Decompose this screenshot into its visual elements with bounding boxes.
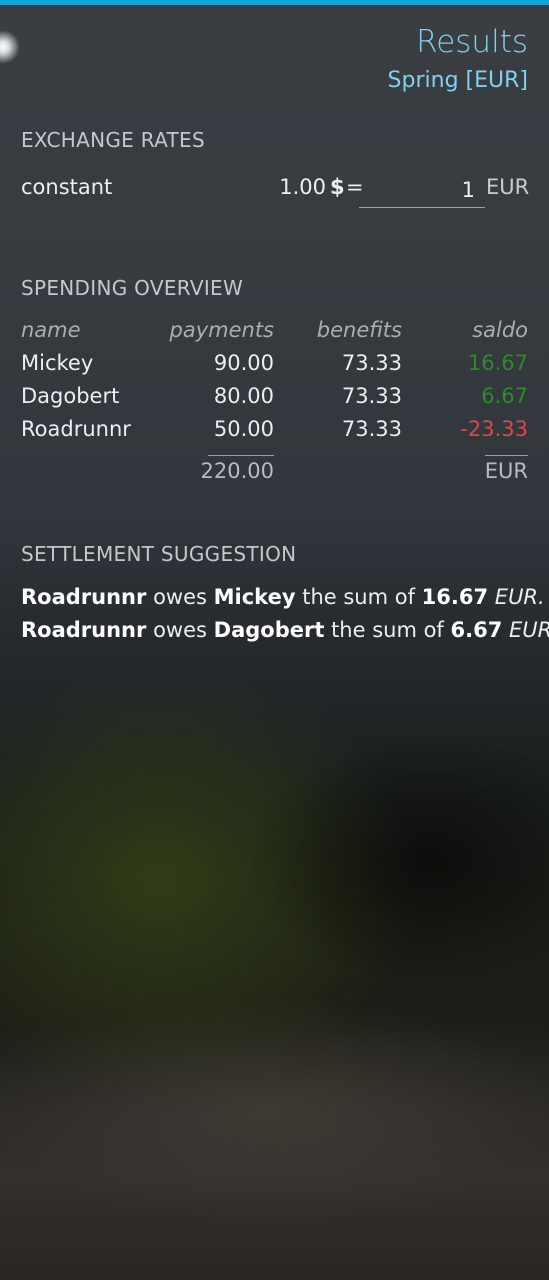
column-header-saldo: saldo <box>472 318 528 342</box>
dollar-icon: $ <box>330 175 345 199</box>
table-row-saldo: 16.67 <box>467 351 528 375</box>
settlement-currency: EUR. <box>494 585 545 609</box>
column-header-benefits: benefits <box>316 318 402 342</box>
settlement-line: Roadrunnr owes Dagobert the sum of 6.67 … <box>21 618 549 642</box>
column-header-payments: payments <box>169 318 275 342</box>
settlement-debtor: Roadrunnr <box>21 618 147 642</box>
settlement-creditor: Dagobert <box>213 618 325 642</box>
table-row-benefits: 73.33 <box>341 384 402 408</box>
table-row-benefits: 73.33 <box>341 351 402 375</box>
table-row-saldo: 6.67 <box>481 384 528 408</box>
exchange-rates-heading: EXCHANGE RATES <box>21 128 205 152</box>
settlement-heading: SETTLEMENT SUGGESTION <box>21 542 297 566</box>
total-payments: 220.00 <box>200 459 274 483</box>
total-currency: EUR <box>484 459 528 483</box>
page-title: Results <box>416 24 528 60</box>
table-row-payments: 80.00 <box>213 384 274 408</box>
settlement-creditor: Mickey <box>213 585 296 609</box>
table-row-payments: 50.00 <box>213 417 274 441</box>
settlement-owes-text: owes <box>153 618 207 642</box>
settlement-amount: 16.67 <box>421 585 489 609</box>
column-header-name: name <box>21 318 81 342</box>
settlement-sum-text: the sum of <box>302 585 415 609</box>
exchange-rate-target-currency: EUR <box>486 175 530 199</box>
total-divider-payments <box>208 455 274 456</box>
settlement-sum-text: the sum of <box>331 618 444 642</box>
spending-overview-heading: SPENDING OVERVIEW <box>21 276 244 300</box>
total-divider-saldo <box>485 455 528 456</box>
table-row-name: Mickey <box>21 351 94 375</box>
glow-indicator-icon <box>0 30 20 64</box>
table-row-benefits: 73.33 <box>341 417 402 441</box>
exchange-rate-amount: 1.00 <box>279 175 326 199</box>
exchange-rate-input[interactable] <box>359 172 485 208</box>
table-row-payments: 90.00 <box>213 351 274 375</box>
settlement-currency: EUR. <box>509 618 549 642</box>
settlement-debtor: Roadrunnr <box>21 585 147 609</box>
page-subtitle: Spring [EUR] <box>387 68 528 93</box>
exchange-rate-label: constant <box>21 175 113 199</box>
table-row-name: Dagobert <box>21 384 120 408</box>
settlement-amount: 6.67 <box>450 618 503 642</box>
top-accent-bar <box>0 0 549 5</box>
table-row-saldo: -23.33 <box>460 417 528 441</box>
settlement-owes-text: owes <box>153 585 207 609</box>
table-row-name: Roadrunnr <box>21 417 131 441</box>
settlement-line: Roadrunnr owes Mickey the sum of 16.67 E… <box>21 585 545 609</box>
